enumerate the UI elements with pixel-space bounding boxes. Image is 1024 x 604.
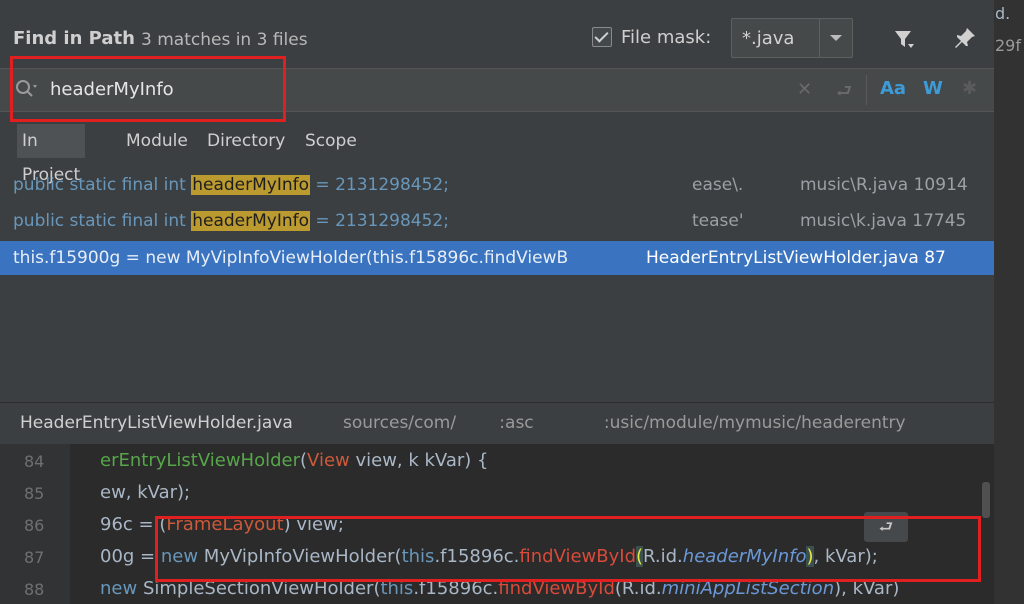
result-code-suffix: = 2131298452; — [310, 175, 449, 195]
file-mask-value: *.java — [742, 28, 795, 49]
code-line: 96c = (FrameLayout) view; — [100, 514, 344, 535]
chevron-down-icon[interactable] — [819, 19, 852, 57]
soft-wrap-button[interactable]: ⮐ — [864, 512, 908, 542]
code-token: FrameLayout — [166, 514, 284, 535]
scrollbar-thumb[interactable] — [982, 482, 990, 518]
result-path-fragment: ease\. — [692, 175, 744, 195]
pin-icon[interactable] — [953, 26, 977, 50]
code-line-highlighted: 00g = new MyVipInfoViewHolder(this.f1589… — [100, 546, 878, 567]
code-token: MyVipInfoViewHolder( — [198, 546, 402, 567]
background-editor-edge: d. 29f — [994, 0, 1024, 604]
code-token: this — [401, 546, 435, 567]
divider — [866, 75, 867, 105]
search-input[interactable] — [48, 78, 652, 101]
code-token: new — [160, 546, 199, 567]
line-number: 85 — [24, 484, 45, 503]
code-token: ), kVar) — [834, 578, 900, 599]
tab-directory[interactable]: Directory — [202, 124, 290, 158]
code-token: ew, kVar); — [100, 482, 191, 503]
result-code-prefix: public static final int — [13, 175, 192, 195]
code-token: erEntryListViewHolder — [100, 450, 300, 471]
code-token: ( — [300, 450, 308, 471]
results-list: public static final int headerMyInfo = 2… — [0, 168, 994, 400]
line-number: 87 — [24, 548, 45, 567]
file-mask-checkbox[interactable] — [592, 27, 612, 47]
code-token: headerMyInfo — [682, 546, 807, 567]
code-line: new SimpleSectionViewHolder(this.f15896c… — [100, 578, 899, 599]
regex-icon[interactable]: ✱ — [962, 78, 977, 99]
match-case-toggle[interactable]: Aa — [880, 78, 906, 99]
match-highlight: headerMyInfo — [191, 211, 311, 231]
code-token: 00g = — [100, 546, 161, 567]
code-token: View — [307, 450, 350, 471]
line-number: 86 — [24, 516, 45, 535]
result-file: HeaderEntryListViewHolder.java 87 — [646, 248, 946, 268]
preview-header: HeaderEntryListViewHolder.java sources/c… — [0, 402, 994, 443]
code-token: ) view; — [283, 514, 344, 535]
edge-text: d. — [995, 4, 1011, 23]
code-token: .f15896c. — [434, 546, 520, 567]
file-mask-select[interactable]: *.java — [731, 18, 853, 58]
result-code-suffix: = 2131298452; — [310, 211, 449, 231]
result-code: public static final int headerMyInfo = 2… — [13, 168, 449, 202]
line-number: 88 — [24, 580, 45, 599]
result-path-fragment: tease' — [692, 211, 744, 231]
code-token: R.id. — [643, 546, 683, 567]
code-token: miniAppListSection — [661, 578, 835, 599]
result-code: this.f15900g = new MyVipInfoViewHolder(t… — [13, 248, 569, 268]
new-line-icon[interactable]: ⮐ — [836, 79, 852, 109]
code-token: ( — [636, 546, 644, 567]
result-row-selected[interactable]: this.f15900g = new MyVipInfoViewHolder(t… — [0, 241, 994, 275]
match-count: 3 matches in 3 files — [141, 30, 308, 50]
tab-module[interactable]: Module — [121, 124, 193, 158]
close-icon[interactable]: ✕ — [797, 79, 812, 100]
result-file: music\R.java 10914 — [800, 175, 968, 195]
code-token: findViewById — [498, 578, 615, 599]
result-code: public static final int headerMyInfo = 2… — [13, 204, 449, 238]
code-token: findViewById — [519, 546, 637, 567]
dialog-title: Find in Path — [13, 28, 135, 49]
code-line: ew, kVar); — [100, 482, 190, 503]
preview-file-path: sources/com/ :asc :usic/module/mymusic/h… — [343, 413, 906, 433]
dialog-header: Find in Path 3 matches in 3 files File m… — [0, 10, 994, 66]
code-token: this — [380, 578, 414, 599]
line-number-gutter: 84 85 86 87 88 — [0, 444, 70, 604]
code-line: erEntryListViewHolder(View view, k kVar)… — [100, 450, 488, 471]
result-row[interactable]: public static final int headerMyInfo = 2… — [0, 168, 994, 202]
search-icon[interactable] — [14, 78, 38, 100]
tab-scope[interactable]: Scope — [300, 124, 362, 158]
code-token: SimpleSectionViewHolder( — [137, 578, 381, 599]
find-in-path-dialog: Find in Path 3 matches in 3 files File m… — [0, 0, 994, 604]
search-bar: ✕ ⮐ Aa W ✱ — [0, 68, 994, 112]
line-number: 84 — [24, 452, 45, 471]
match-highlight: headerMyInfo — [191, 175, 311, 195]
result-code-prefix: public static final int — [13, 211, 192, 231]
code-token: view, k kVar) { — [349, 450, 489, 471]
code-token: , kVar); — [813, 546, 878, 567]
code-token: (R.id. — [614, 578, 662, 599]
file-mask-label: File mask: — [621, 27, 712, 48]
result-file: music\k.java 17745 — [800, 211, 967, 231]
code-token: new — [100, 578, 138, 599]
result-row[interactable]: public static final int headerMyInfo = 2… — [0, 204, 994, 238]
whole-words-toggle[interactable]: W — [923, 78, 943, 99]
edge-text: 29f — [995, 36, 1021, 55]
code-token: .f15896c. — [413, 578, 499, 599]
tab-in-project[interactable]: In Project — [17, 124, 86, 185]
filter-icon[interactable] — [893, 28, 915, 50]
preview-file-name: HeaderEntryListViewHolder.java — [20, 413, 293, 433]
code-token: ) — [806, 546, 814, 567]
code-token: 96c = ( — [100, 514, 167, 535]
code-preview[interactable]: 84 85 86 87 88 erEntryListViewHolder(Vie… — [0, 444, 994, 604]
